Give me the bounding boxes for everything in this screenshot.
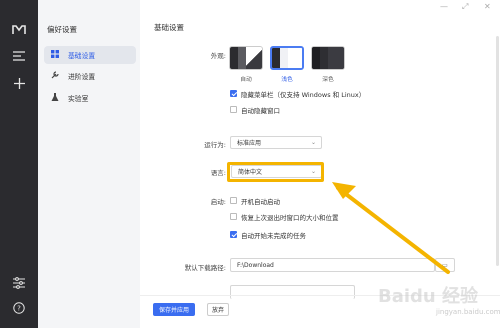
theme-dark-label: 深色 bbox=[322, 77, 334, 83]
restore-window-label: 恢复上次退出时窗口的大小和位置 bbox=[241, 214, 339, 222]
menu-icon[interactable] bbox=[9, 46, 29, 66]
sidebar-item-basic[interactable]: 基础设置 bbox=[44, 46, 136, 64]
browse-folder-button[interactable]: ▭ bbox=[435, 258, 455, 272]
scrollbar[interactable] bbox=[496, 36, 499, 266]
flask-icon bbox=[51, 93, 63, 103]
sidebar-title: 偏好设置 bbox=[47, 25, 77, 34]
language-label: 语言: bbox=[210, 169, 226, 177]
restore-icon[interactable]: ⤢ bbox=[462, 2, 468, 12]
watermark-logo: Baidu 经验 bbox=[378, 286, 479, 307]
language-highlight-box bbox=[227, 162, 324, 182]
autostart-checkbox[interactable] bbox=[230, 197, 237, 204]
download-path-label: 默认下载路径: bbox=[184, 264, 226, 272]
svg-text:?: ? bbox=[17, 305, 21, 313]
theme-dark-thumb[interactable] bbox=[311, 46, 345, 70]
partial-hidden-field bbox=[230, 285, 355, 299]
download-path-input[interactable]: F:\Download bbox=[230, 258, 435, 272]
hide-menubar-checkbox[interactable] bbox=[230, 90, 237, 97]
theme-auto-label: 自动 bbox=[240, 77, 252, 83]
tools-icon bbox=[51, 71, 63, 81]
run-as-label: 运行为: bbox=[204, 141, 226, 149]
watermark-url: jingyan.baidu.com bbox=[436, 308, 500, 316]
discard-button[interactable]: 放弃 bbox=[207, 303, 229, 316]
add-task-icon[interactable] bbox=[9, 73, 29, 93]
folder-icon: ▭ bbox=[442, 261, 448, 269]
preferences-sidebar: 偏好设置 基础设置 进阶设置 实验室 bbox=[38, 0, 140, 328]
download-path-value: F:\Download bbox=[237, 261, 274, 269]
sidebar-item-label: 进阶设置 bbox=[68, 73, 96, 81]
sidebar-item-label: 基础设置 bbox=[68, 52, 96, 60]
sidebar-item-advanced[interactable]: 进阶设置 bbox=[44, 67, 136, 85]
autostart-label: 开机自动启动 bbox=[241, 198, 280, 206]
hide-menubar-label: 隐藏菜单栏（仅支持 Windows 和 Linux） bbox=[241, 91, 366, 99]
minimize-icon[interactable]: — bbox=[440, 2, 448, 11]
app-window: ? 偏好设置 基础设置 进阶设置 实验室 — ⤢ ✕ 基础设置 外观: 自动 浅… bbox=[0, 0, 500, 328]
resume-tasks-label: 自动开始未完成的任务 bbox=[241, 232, 306, 240]
theme-light-label: 浅色 bbox=[281, 77, 293, 83]
startup-label: 启动: bbox=[210, 198, 226, 206]
save-apply-button[interactable]: 保存并应用 bbox=[153, 303, 195, 316]
theme-auto-thumb[interactable] bbox=[229, 46, 263, 70]
run-as-select[interactable]: 标准应用 ⌄ bbox=[230, 136, 322, 149]
restore-window-checkbox[interactable] bbox=[230, 213, 237, 220]
settings-sliders-icon[interactable] bbox=[9, 273, 29, 293]
resume-tasks-checkbox[interactable] bbox=[230, 231, 237, 238]
chevron-down-icon: ⌄ bbox=[310, 139, 316, 146]
app-logo-icon bbox=[9, 20, 29, 40]
page-title: 基础设置 bbox=[154, 23, 184, 32]
auto-hide-window-label: 自动隐藏窗口 bbox=[241, 107, 280, 115]
help-icon[interactable]: ? bbox=[9, 298, 29, 318]
theme-light-thumb[interactable] bbox=[270, 46, 304, 70]
run-as-value: 标准应用 bbox=[237, 140, 262, 147]
close-icon[interactable]: ✕ bbox=[484, 2, 491, 11]
grid-icon bbox=[51, 50, 63, 60]
sidebar-item-lab[interactable]: 实验室 bbox=[44, 89, 136, 107]
icon-rail: ? bbox=[0, 0, 38, 328]
sidebar-item-label: 实验室 bbox=[68, 95, 89, 103]
appearance-label: 外观: bbox=[210, 52, 226, 60]
auto-hide-window-checkbox[interactable] bbox=[230, 106, 237, 113]
